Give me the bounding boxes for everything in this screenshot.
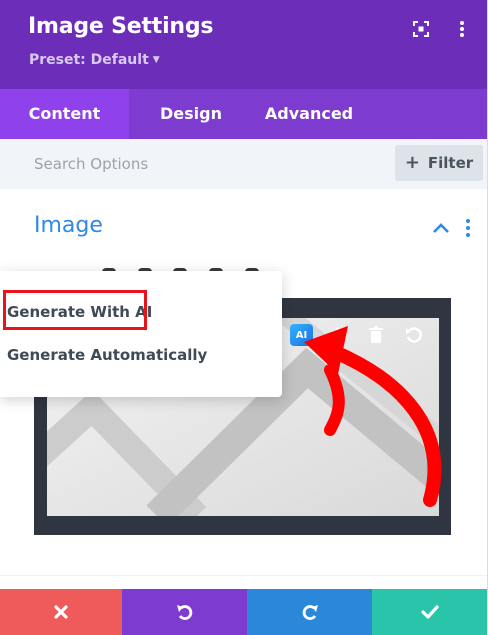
tab-content[interactable]: Content (0, 89, 129, 139)
filter-label: Filter (427, 154, 474, 172)
trash-icon[interactable] (366, 325, 386, 345)
close-icon (54, 605, 68, 619)
panel-header: Image Settings Preset: Default ▼ (0, 0, 487, 89)
redo-icon (302, 605, 318, 620)
check-icon (421, 605, 439, 619)
preset-label: Preset: Default (29, 52, 149, 68)
kebab-menu-icon[interactable] (452, 19, 472, 39)
tab-advanced[interactable]: Advanced (253, 89, 365, 139)
undo-icon (176, 605, 192, 620)
search-input[interactable] (22, 145, 382, 183)
ai-icon[interactable]: AI (290, 324, 313, 346)
tab-design[interactable]: Design (129, 89, 253, 139)
focus-mode-icon[interactable] (411, 19, 431, 39)
annotation-highlight-box (3, 290, 147, 330)
settings-tabs: Content Design Advanced (0, 89, 487, 139)
undo-button[interactable] (122, 589, 247, 635)
gear-icon[interactable] (329, 325, 349, 345)
section-title[interactable]: Image (34, 213, 103, 238)
image-settings-panel: Image Settings Preset: Default ▼ Content … (0, 0, 488, 635)
cancel-button[interactable] (0, 589, 122, 635)
plus-icon: + (404, 152, 420, 173)
chevron-up-icon[interactable] (432, 221, 450, 235)
panel-title: Image Settings (28, 14, 214, 39)
panel-footer (0, 589, 487, 635)
reset-icon[interactable] (404, 325, 424, 345)
caret-down-icon: ▼ (152, 55, 160, 65)
kebab-menu-icon[interactable] (464, 218, 472, 238)
redo-button[interactable] (247, 589, 372, 635)
save-button[interactable] (372, 589, 487, 635)
filter-button[interactable]: + Filter (395, 145, 483, 181)
preset-selector[interactable]: Preset: Default ▼ (29, 52, 160, 68)
menu-item-generate-automatically[interactable]: Generate Automatically (7, 346, 207, 364)
section-divider (0, 575, 487, 576)
